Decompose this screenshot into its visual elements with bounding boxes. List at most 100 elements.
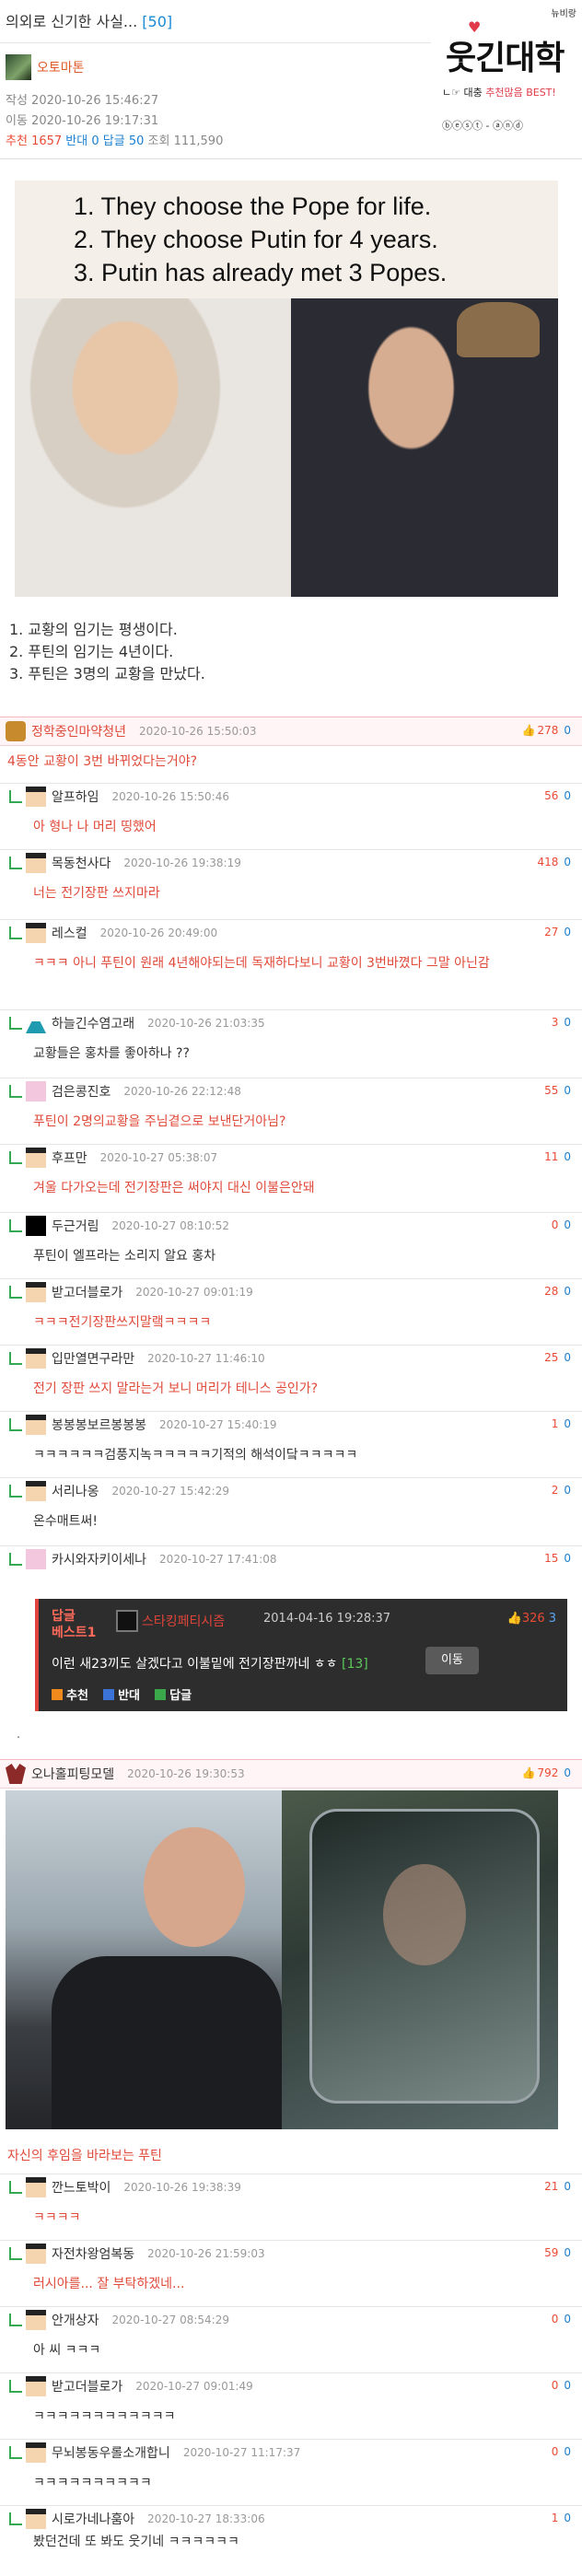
comment-votes[interactable]: 59 0	[544, 2246, 571, 2259]
comment-text: 아 씨 ㅋㅋㅋ	[33, 2343, 101, 2358]
up-count: 278	[537, 724, 559, 737]
avatar[interactable]	[26, 2177, 46, 2197]
avatar[interactable]	[26, 923, 46, 943]
recommend-button[interactable]: 추천	[52, 1689, 88, 1703]
commenter-name[interactable]: 받고더블로가	[52, 1283, 122, 1301]
comment-votes[interactable]: 00	[552, 1218, 571, 1231]
comment-votes[interactable]: 27 0	[544, 926, 571, 938]
commenter-name[interactable]: 입만열면구라만	[52, 1349, 134, 1368]
up-count: 3	[551, 1016, 559, 1029]
comment-votes[interactable]: 👍 278 0	[522, 724, 572, 737]
author-row[interactable]: 오토마톤	[6, 54, 85, 80]
oppose-button[interactable]: 반대	[103, 1689, 140, 1703]
down-count: 3	[548, 1612, 556, 1626]
comment-votes[interactable]: 21 0	[544, 2180, 571, 2193]
avatar[interactable]	[26, 1081, 46, 1102]
commenter-name[interactable]: 카시와자키이세나	[52, 1550, 146, 1568]
reply-count[interactable]: [13]	[342, 1657, 368, 1672]
go-button[interactable]: 이동	[425, 1647, 479, 1674]
rec-count: 1657	[31, 134, 63, 148]
commenter-name[interactable]: 알프하임	[52, 787, 99, 806]
commenter-name[interactable]: 자전차왕엄복동	[52, 2244, 134, 2263]
view-count: 111,590	[173, 134, 224, 148]
comment-votes[interactable]: 56 0	[544, 789, 571, 802]
reply-arrow-icon	[9, 2247, 22, 2260]
avatar[interactable]	[26, 1549, 46, 1569]
avatar[interactable]	[26, 1348, 46, 1369]
commenter-name[interactable]: 봉봉봉보르봉봉봉	[52, 1416, 146, 1434]
comment-votes[interactable]: 418 0	[537, 856, 571, 868]
avatar[interactable]	[26, 1216, 46, 1236]
logo-subtitle: ㄴ☞ 대충 추천많음 BEST!	[442, 85, 556, 99]
comment-votes[interactable]: 👍326 3	[507, 1612, 556, 1626]
avatar[interactable]	[26, 2310, 46, 2330]
commenter-name[interactable]: 하늘긴수염고래	[52, 1014, 134, 1032]
avatar[interactable]	[26, 2509, 46, 2529]
comment-date: 2020-10-26 19:30:53	[127, 1767, 245, 1780]
commenter-name[interactable]: 안개상자	[52, 2311, 99, 2329]
recommend-label: 추천	[66, 1689, 88, 1703]
commenter-name[interactable]: 받고더블로가	[52, 2377, 122, 2395]
down-count: 0	[564, 2246, 571, 2259]
comment-votes[interactable]: 10	[552, 2512, 571, 2524]
avatar[interactable]	[26, 787, 46, 807]
avatar[interactable]	[26, 2442, 46, 2463]
comment-votes[interactable]: 00	[552, 2313, 571, 2325]
up-count: 0	[551, 1218, 559, 1231]
avatar[interactable]	[26, 853, 46, 873]
commenter-name[interactable]: 후프만	[52, 1148, 87, 1167]
comment-count[interactable]: [50]	[142, 13, 172, 30]
commenter-name[interactable]: 서리나옹	[52, 1482, 99, 1500]
avatar[interactable]	[116, 1610, 138, 1632]
comment-votes[interactable]: 👍 792 0	[522, 1766, 572, 1779]
comment-votes[interactable]: 10	[552, 1417, 571, 1430]
avatar[interactable]	[26, 1481, 46, 1501]
commenter-name[interactable]: 레스컬	[52, 924, 87, 942]
reply-arrow-icon	[9, 1151, 22, 1164]
comment-votes[interactable]: 00	[552, 2445, 571, 2458]
avatar[interactable]	[26, 1282, 46, 1302]
commenter-name[interactable]: 무뇌봉동우롤소개합니	[52, 2443, 170, 2462]
comment-votes[interactable]: 11 0	[544, 1150, 571, 1163]
commenter-name[interactable]: 정학중인마약청년	[31, 722, 126, 740]
up-count: 0	[551, 2379, 559, 2392]
comment-votes[interactable]: 00	[552, 2379, 571, 2392]
commenter-name[interactable]: 두근거림	[52, 1217, 99, 1235]
avatar[interactable]	[6, 1764, 26, 1784]
comment-votes[interactable]: 55 0	[544, 1084, 571, 1097]
comment-date: 2020-10-27 08:10:52	[111, 1219, 229, 1232]
tag-line: 답글	[52, 1609, 76, 1624]
author-avatar[interactable]	[6, 54, 31, 80]
avatar[interactable]	[26, 2244, 46, 2264]
post-header: 의외로 신기한 사실... [50] 오토마톤 작성 2020-10-26 15…	[0, 0, 582, 161]
comment-votes[interactable]: 30	[552, 1016, 571, 1029]
comment-date: 2014-04-16 19:28:37	[263, 1612, 391, 1626]
comment-votes[interactable]: 25 0	[544, 1351, 571, 1364]
comment-text: 러시아를... 잘 부탁하겠네...	[33, 2277, 185, 2291]
up-count: 418	[537, 856, 559, 868]
reply-icon	[155, 1689, 167, 1700]
comment-date: 2020-10-26 15:50:46	[111, 790, 229, 803]
logo-links: ⓑⓔⓢⓣ - ⓐⓝⓓ	[442, 120, 523, 132]
avatar[interactable]	[26, 1415, 46, 1435]
avatar[interactable]	[26, 1148, 46, 1168]
commenter-name[interactable]: 스타킹페티시즘	[142, 1612, 225, 1630]
commenter-name[interactable]: 목동천사다	[52, 854, 111, 872]
commenter-name[interactable]: 시로가네나훔아	[52, 2510, 134, 2528]
comment-votes[interactable]: 20	[552, 1484, 571, 1497]
commenter-name[interactable]: 검은콩진호	[52, 1082, 111, 1101]
avatar[interactable]	[26, 1013, 46, 1033]
comment-votes[interactable]: 28 0	[544, 1285, 571, 1298]
down-count: 0	[564, 1218, 571, 1231]
reply-button[interactable]: 답글	[155, 1689, 192, 1703]
avatar[interactable]	[26, 2376, 46, 2396]
comment-votes[interactable]: 15 0	[544, 1552, 571, 1565]
reply-arrow-icon	[9, 2446, 22, 2459]
up-count: 28	[544, 1285, 559, 1298]
commenter-name[interactable]: 깐느토박이	[52, 2178, 111, 2197]
author-name[interactable]: 오토마톤	[37, 58, 85, 76]
site-logo[interactable]: 뉴비랑 ♥ 웃긴대학 ㄴ☞ 대충 추천많음 BEST! ⓑⓔⓢⓣ - ⓐⓝⓓ	[433, 0, 582, 147]
avatar[interactable]	[6, 721, 26, 741]
commenter-name[interactable]: 오나홀피팅모델	[31, 1765, 114, 1783]
minus-icon	[103, 1689, 115, 1700]
